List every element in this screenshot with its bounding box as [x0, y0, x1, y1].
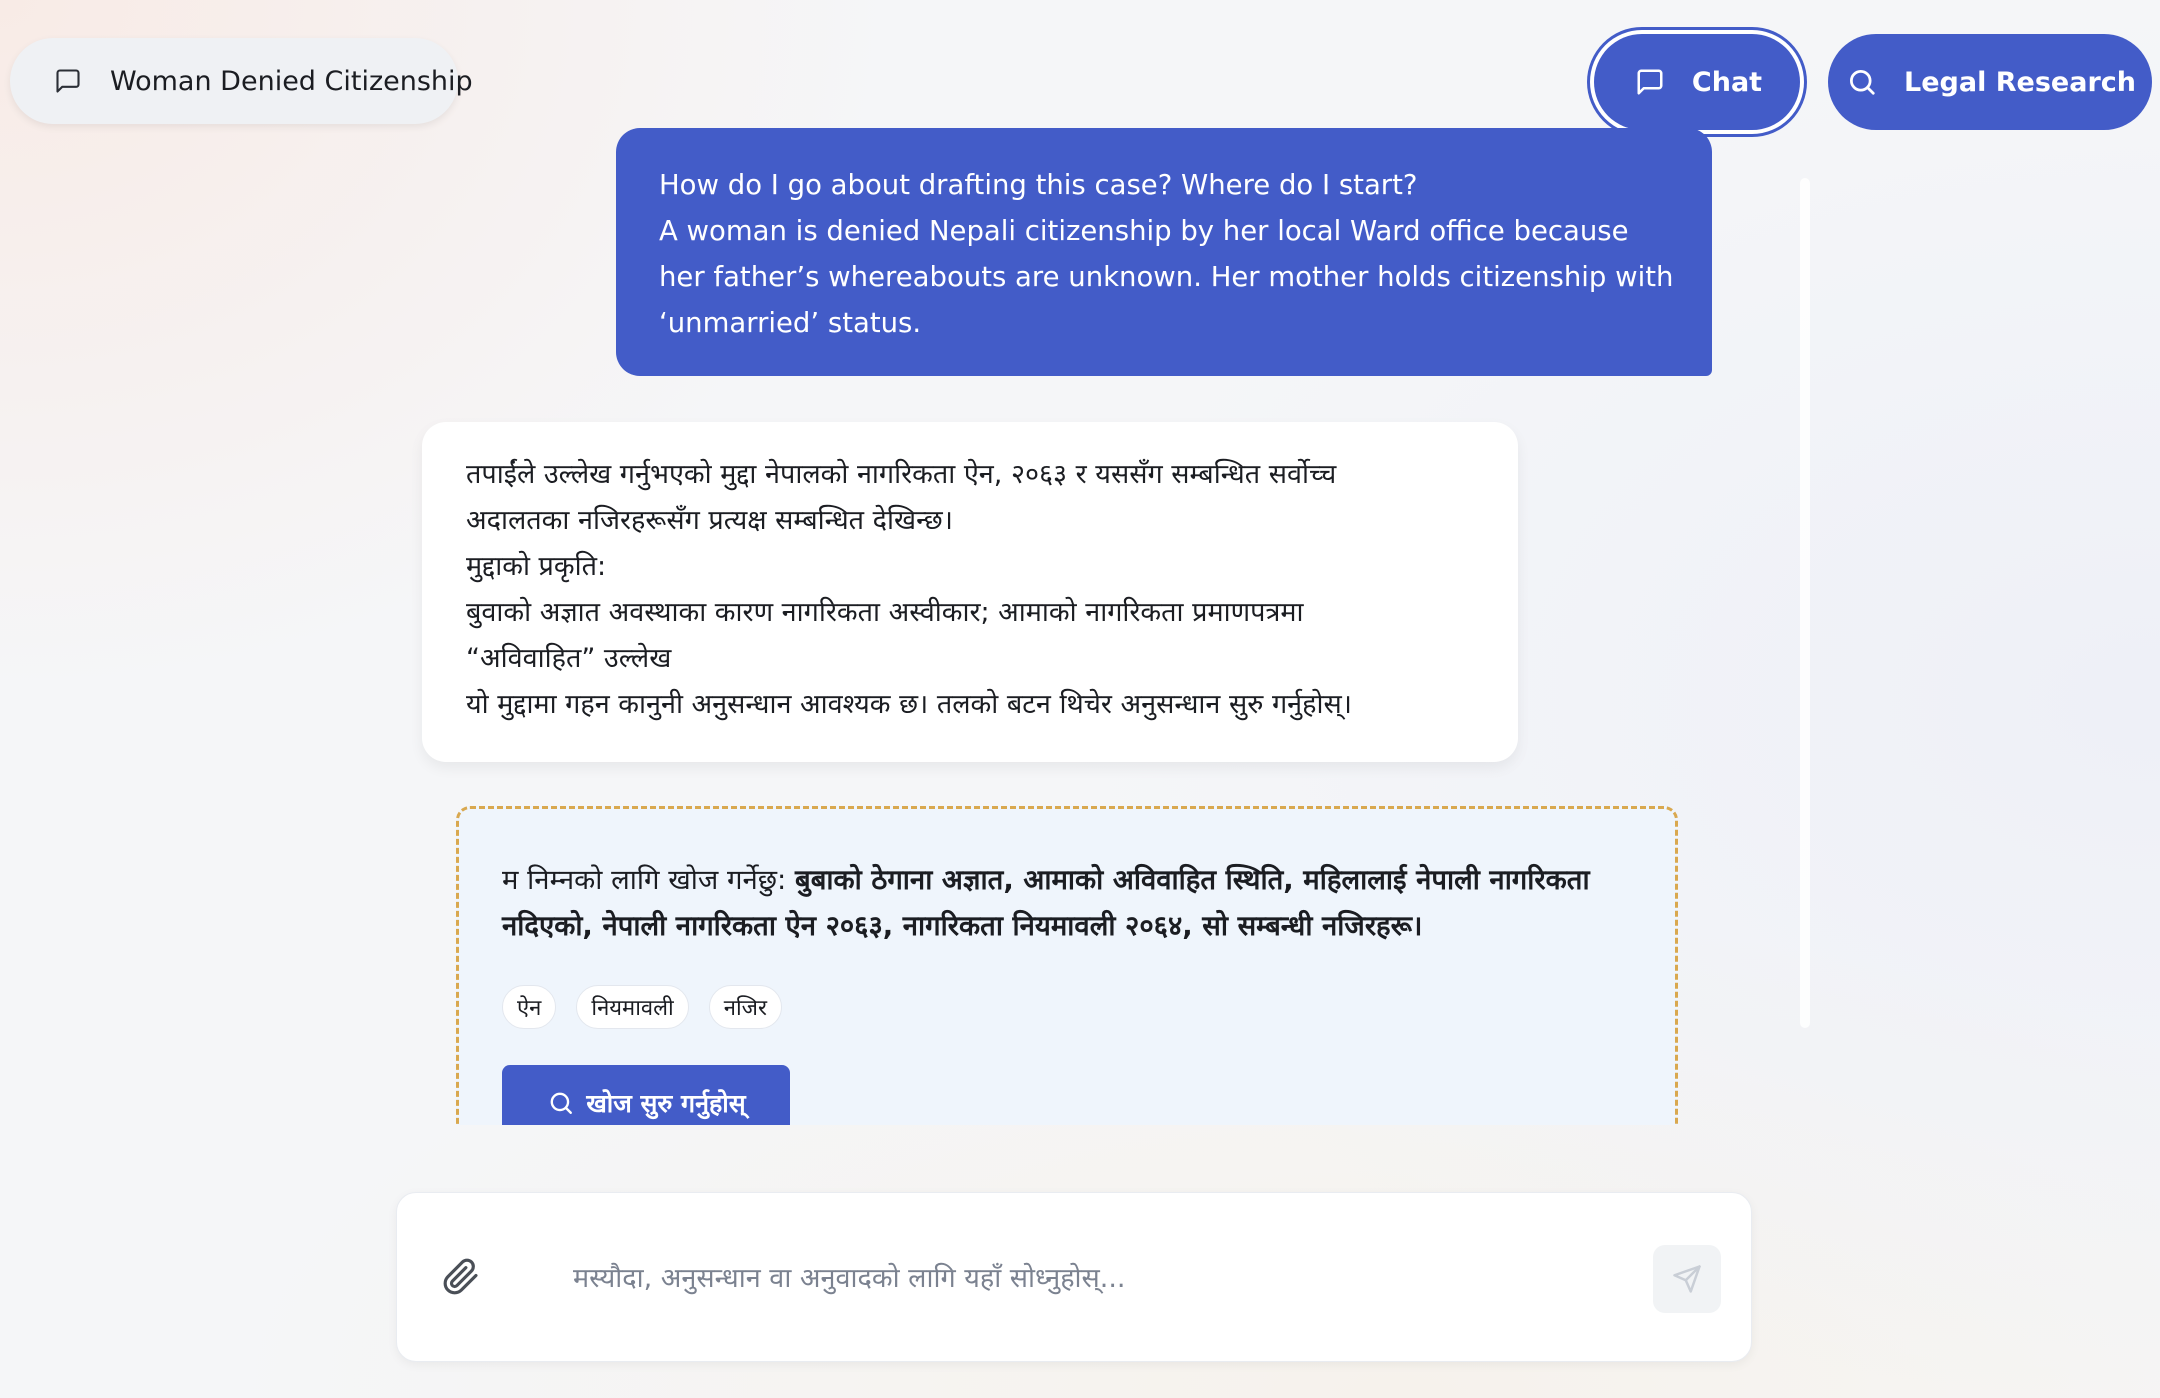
user-message-line: A woman is denied Nepali citizenship by … — [659, 215, 1629, 247]
send-button[interactable] — [1653, 1245, 1721, 1313]
user-message-line: her father’s whereabouts are unknown. He… — [659, 261, 1674, 293]
assistant-message-line: “अविवाहित” उल्लेख — [466, 643, 672, 674]
research-query-prefix: म निम्नको लागि खोज गर्नेछु: — [502, 864, 795, 896]
start-search-button-label: खोज सुरु गर्नुहोस् — [586, 1089, 746, 1118]
assistant-message-line: तपाईंले उल्लेख गर्नुभएको मुद्दा नेपालको … — [466, 459, 1337, 490]
send-icon — [1673, 1265, 1701, 1293]
user-message-line: How do I go about drafting this case? Wh… — [659, 169, 1418, 201]
assistant-message-line: बुवाको अज्ञात अवस्थाका कारण नागरिकता अस्… — [466, 597, 1304, 628]
message-composer — [396, 1192, 1752, 1362]
research-query-terms: बुबाको ठेगाना अज्ञात, आमाको अविवाहित स्थ… — [795, 864, 1590, 896]
chat-scrollbar[interactable] — [1800, 178, 1810, 1028]
assistant-message-line: अदालतका नजिरहरूसँग प्रत्यक्ष सम्बन्धित द… — [466, 505, 953, 536]
research-proposal-card: म निम्नको लागि खोज गर्नेछु: बुबाको ठेगान… — [456, 806, 1678, 1125]
start-search-button[interactable]: खोज सुरु गर्नुहोस् — [502, 1065, 790, 1125]
research-query-terms: नदिएको, नेपाली नागरिकता ऐन २०६३, नागरिकत… — [502, 910, 1423, 942]
research-tags: ऐन नियमावली नजिर — [502, 985, 1635, 1029]
research-query: म निम्नको लागि खोज गर्नेछु: बुबाको ठेगान… — [502, 857, 1635, 949]
assistant-message-line: यो मुद्दामा गहन कानुनी अनुसन्धान आवश्यक … — [466, 689, 1352, 720]
user-message-line: ‘unmarried’ status. — [659, 307, 922, 339]
assistant-message-line: मुद्दाको प्रकृति: — [466, 551, 607, 582]
assistant-message: तपाईंले उल्लेख गर्नुभएको मुद्दा नेपालको … — [422, 422, 1518, 762]
chat-area: How do I go about drafting this case? Wh… — [0, 0, 2160, 1125]
tag-regulation: नियमावली — [576, 985, 689, 1029]
search-icon — [546, 1088, 576, 1118]
tag-act: ऐन — [502, 985, 557, 1029]
tag-precedent: नजिर — [708, 985, 782, 1029]
message-input[interactable] — [571, 1245, 1575, 1311]
paperclip-icon[interactable] — [439, 1255, 483, 1299]
user-message: How do I go about drafting this case? Wh… — [616, 128, 1712, 376]
